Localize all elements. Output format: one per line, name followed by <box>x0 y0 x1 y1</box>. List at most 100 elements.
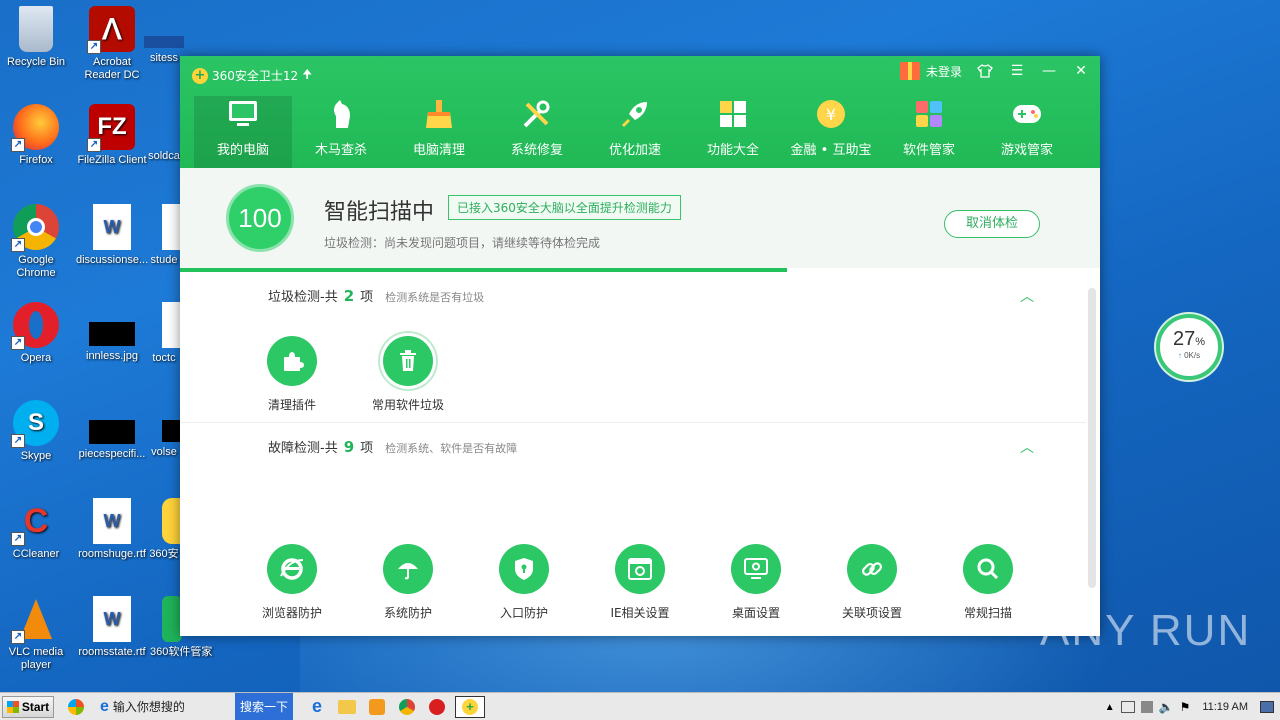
skin-shirt-icon[interactable] <box>976 62 994 80</box>
cancel-scan-button[interactable]: 取消体检 <box>944 210 1040 238</box>
image-thumbnail-icon <box>89 322 135 346</box>
desktop-icon-skype[interactable]: S ↗ Skype <box>0 400 72 463</box>
tab-features[interactable]: 功能大全 <box>684 96 782 168</box>
tab-my-computer[interactable]: 我的电脑 <box>194 96 292 168</box>
tab-trojan-scan[interactable]: 木马查杀 <box>292 96 390 168</box>
chrome-taskbar-icon[interactable] <box>395 696 419 718</box>
taskbar-search[interactable]: e 输入你想搜的 <box>100 696 235 718</box>
gamepad-icon <box>1010 97 1044 131</box>
desktop-icon-soldca[interactable]: soldca <box>144 150 184 163</box>
desktop-icon-label: VLC media player <box>8 646 64 671</box>
collapse-chevron-icon[interactable]: ︿ <box>1020 286 1034 306</box>
scan-item-entry-protect[interactable]: 入口防护 <box>469 544 579 621</box>
tray-volume-icon[interactable]: 🔈 <box>1159 700 1174 714</box>
scan-item-system-protect[interactable]: 系统防护 <box>353 544 463 621</box>
media-player-icon[interactable] <box>365 696 389 718</box>
antivirus-taskbar-icon[interactable] <box>425 696 449 718</box>
desktop-icon-label: stude <box>150 254 178 266</box>
trash-icon <box>383 336 433 386</box>
close-icon[interactable]: ✕ <box>1072 62 1090 80</box>
desktop-icon-firefox[interactable]: ↗ Firefox <box>0 104 72 167</box>
vertical-scrollbar[interactable] <box>1088 288 1096 588</box>
show-desktop-icon[interactable] <box>1260 701 1274 713</box>
clock: 11:19 AM <box>1202 701 1248 713</box>
login-status[interactable]: 未登录 <box>926 63 962 80</box>
scan-item-browser-protect[interactable]: 浏览器防护 <box>237 544 347 621</box>
explorer-folder-icon[interactable] <box>335 696 359 718</box>
network-speed-widget[interactable]: 27% ↑ 0K/s <box>1156 314 1222 380</box>
desktop-icon-360[interactable]: 360安 <box>144 498 184 561</box>
collapse-chevron-icon[interactable]: ︿ <box>1020 437 1034 457</box>
desktop-icon-file[interactable]: piecespecifi... <box>76 400 148 461</box>
horse-icon <box>324 97 358 131</box>
tab-cleanup[interactable]: 电脑清理 <box>390 96 488 168</box>
item-label: 关联项设置 <box>841 606 902 620</box>
tab-finance[interactable]: ¥ 金融 • 互助宝 <box>782 96 880 168</box>
desktop-icon-label: soldca <box>148 150 180 162</box>
section-divider <box>180 422 1086 423</box>
desktop-icon-rtf[interactable]: W roomshuge.rtf <box>76 498 148 561</box>
desktop-monitor-icon <box>731 544 781 594</box>
minimize-icon[interactable]: — <box>1040 62 1058 80</box>
desktop-icon-stude[interactable]: stude <box>144 204 184 267</box>
word-document-icon: W <box>93 204 131 250</box>
desktop-icon-ccleaner[interactable]: C ↗ CCleaner <box>0 498 72 561</box>
tab-game-manager[interactable]: 游戏管家 <box>978 96 1076 168</box>
section-unit: 项 <box>360 290 374 305</box>
start-button[interactable]: Start <box>2 695 54 718</box>
tools-icon <box>520 97 554 131</box>
scan-item-software-junk[interactable]: 常用软件垃圾 <box>353 336 463 413</box>
desktop-icon-word-doc[interactable]: W discussionse... <box>76 204 148 267</box>
scan-item-association-settings[interactable]: 关联项设置 <box>817 544 927 621</box>
menu-icon[interactable]: ☰ <box>1008 62 1026 80</box>
desktop-icon-recycle-bin[interactable]: Recycle Bin <box>0 6 72 69</box>
scan-item-plugins[interactable]: 清理插件 <box>237 336 347 413</box>
desktop-icon-toctc[interactable]: toctc <box>144 302 184 365</box>
tab-optimize[interactable]: 优化加速 <box>586 96 684 168</box>
word-document-icon: W <box>93 596 131 642</box>
desktop-icon-label: 360安 <box>149 548 179 560</box>
network-speed: ↑ 0K/s <box>1160 351 1218 360</box>
item-label: IE相关设置 <box>610 606 670 620</box>
desktop-icon-filezilla[interactable]: FZ ↗ FileZilla Client <box>76 104 148 167</box>
search-button[interactable]: 搜索一下 <box>235 692 293 720</box>
shortcut-arrow-icon: ↗ <box>11 238 25 252</box>
scan-item-ie-settings[interactable]: IE相关设置 <box>585 544 695 621</box>
section-title: 垃圾检测-共 <box>268 290 338 305</box>
desktop-icon-acrobat[interactable]: ⴷ ↗ Acrobat Reader DC <box>76 6 148 82</box>
desktop-icon-label: CCleaner <box>12 548 60 560</box>
app-title-text: 360安全卫士12 <box>212 69 299 83</box>
desktop-icon-label: Recycle Bin <box>6 56 66 68</box>
tab-label: 系统修复 <box>510 143 563 158</box>
gift-icon[interactable] <box>899 62 920 80</box>
ie-taskbar-icon[interactable]: e <box>305 696 329 718</box>
quicklaunch-windows-icon[interactable] <box>64 696 88 718</box>
tab-label: 游戏管家 <box>1000 143 1053 158</box>
desktop-icon-image[interactable]: innless.jpg <box>76 302 148 363</box>
360-software-manager-icon <box>162 596 182 642</box>
vlc-cone-icon: ↗ <box>11 596 59 644</box>
item-label: 浏览器防护 <box>261 606 322 620</box>
tray-display-icon[interactable] <box>1140 701 1153 713</box>
tab-software-manager[interactable]: 软件管家 <box>880 96 978 168</box>
tray-expand-icon[interactable]: ▲ <box>1105 702 1115 713</box>
desktop-icon-vlc[interactable]: ↗ VLC media player <box>0 596 72 672</box>
desktop-icon-sites[interactable]: sitess <box>144 6 184 65</box>
tab-label: 功能大全 <box>706 143 759 158</box>
desktop-icon-opera[interactable]: ↗ Opera <box>0 302 72 365</box>
search-input[interactable]: 输入你想搜的 <box>113 698 185 715</box>
login-area[interactable]: 未登录 <box>899 62 962 80</box>
desktop-icon-label: Skype <box>20 450 52 462</box>
360-taskbar-icon[interactable]: + <box>455 695 485 718</box>
tab-system-repair[interactable]: 系统修复 <box>488 96 586 168</box>
upgrade-arrow-icon[interactable]: 🠉 <box>302 65 312 86</box>
desktop-icon-chrome[interactable]: ↗ Google Chrome <box>0 204 72 280</box>
desktop-icon-label: Firefox <box>19 154 53 166</box>
desktop-icon-rtf-2[interactable]: W roomsstate.rtf <box>76 596 148 659</box>
scan-item-desktop-settings[interactable]: 桌面设置 <box>701 544 811 621</box>
tray-network-icon[interactable] <box>1120 701 1135 713</box>
desktop-icon-volse[interactable]: volse <box>144 400 184 459</box>
scan-item-regular-scan[interactable]: 常规扫描 <box>933 544 1043 621</box>
tray-flag-icon[interactable]: ⚑ <box>1180 700 1191 714</box>
section-header-faults: 故障检测-共 9 项 检测系统、软件是否有故障 <box>268 437 517 456</box>
